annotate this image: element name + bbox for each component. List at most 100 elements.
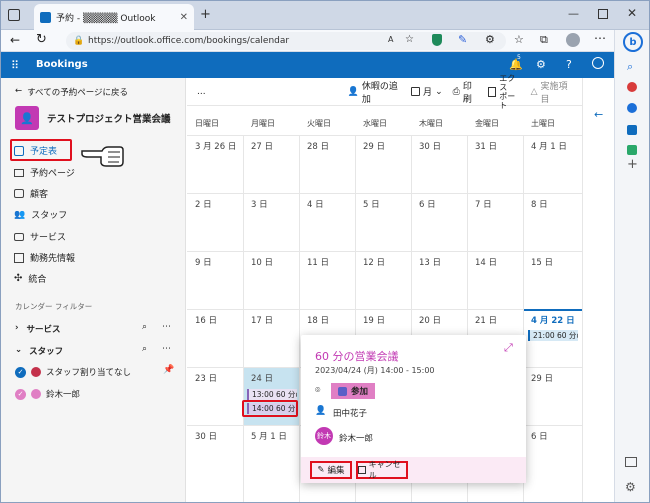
edit-button[interactable]: ✎ 編集: [310, 461, 352, 479]
event-chip-1300[interactable]: 13:00 60 分の: [247, 389, 297, 400]
help-icon[interactable]: ?: [566, 58, 572, 71]
print-button[interactable]: ⎙ 印刷: [453, 79, 478, 105]
expand-popup-icon[interactable]: ⤢: [504, 341, 513, 355]
browser-tab[interactable]: 予約 - ▒▒▒▒▒ Outlook ✕: [34, 4, 194, 30]
search-icon[interactable]: ⌕: [627, 60, 633, 74]
date-cell[interactable]: 3 日: [251, 198, 268, 210]
settings-icon[interactable]: ⚙: [536, 58, 546, 71]
date-cell[interactable]: 10 日: [251, 256, 273, 268]
pin-icon[interactable]: 📌: [163, 365, 174, 375]
event-chip-sat22[interactable]: 21:00 60 分の: [528, 330, 578, 341]
tools-icon[interactable]: [627, 103, 637, 113]
date-cell[interactable]: 13 日: [419, 256, 441, 268]
date-cell[interactable]: 31 日: [475, 140, 497, 152]
window-close-icon[interactable]: ✕: [627, 6, 637, 20]
sidebar-item-business-info[interactable]: 勤務先情報: [14, 251, 75, 264]
sidebar-item-services[interactable]: サービス: [14, 230, 66, 243]
staff-more-icon[interactable]: ⋯: [162, 344, 171, 354]
app-launcher-icon[interactable]: ⠿: [11, 59, 19, 72]
calendar-month-icon: [411, 87, 421, 96]
customer-name[interactable]: 田中花子: [333, 407, 367, 419]
office-icon[interactable]: [627, 145, 637, 155]
filter-staff-toggle[interactable]: ⌄ スタッフ: [15, 345, 63, 357]
add-sidebar-app-icon[interactable]: +: [627, 157, 638, 172]
minimize-icon[interactable]: —: [568, 7, 579, 20]
date-cell[interactable]: 29 日: [531, 372, 553, 384]
date-cell[interactable]: 12 日: [363, 256, 385, 268]
outlook-icon[interactable]: [627, 125, 637, 135]
collections-icon[interactable]: ⧉: [540, 33, 548, 47]
date-cell[interactable]: 5 月 1 日: [251, 430, 287, 442]
date-cell[interactable]: 17 日: [251, 314, 273, 326]
date-cell[interactable]: 29 日: [363, 140, 385, 152]
staff-name[interactable]: 鈴木一郎: [339, 432, 373, 444]
date-cell[interactable]: 14 日: [475, 256, 497, 268]
month-view-dropdown[interactable]: 月 ⌄: [411, 85, 443, 98]
extensions-icon[interactable]: ⚙: [485, 33, 495, 46]
date-cell[interactable]: 9 日: [195, 256, 212, 268]
read-aloud-icon[interactable]: A: [388, 35, 393, 44]
sidebar-item-customers[interactable]: 顧客: [14, 187, 48, 200]
date-cell-today[interactable]: 4 月 22 日: [531, 314, 575, 326]
services-search-icon[interactable]: ⌕: [142, 322, 147, 332]
date-cell[interactable]: 4 月 1 日: [531, 140, 567, 152]
date-cell[interactable]: 27 日: [251, 140, 273, 152]
add-timeoff-button[interactable]: 👤 休暇の追加: [348, 79, 401, 105]
refresh-icon[interactable]: ↻: [36, 32, 47, 47]
export-button[interactable]: エクス ポート: [488, 74, 520, 110]
sidebar-item-staff[interactable]: 👥 スタッフ: [14, 208, 67, 222]
staff-search-icon[interactable]: ⌕: [142, 344, 147, 354]
date-cell[interactable]: 23 日: [195, 372, 217, 384]
business-chevron-icon[interactable]: ⌄: [163, 110, 171, 120]
date-cell[interactable]: 4 日: [307, 198, 324, 210]
date-cell[interactable]: 8 日: [531, 198, 548, 210]
window-menu-icon[interactable]: [8, 9, 20, 21]
sidebar-item-integrations[interactable]: ✣ 統合: [14, 272, 46, 285]
services-more-icon[interactable]: ⋯: [162, 322, 171, 332]
back-to-pages-link[interactable]: ← すべての予約ページに戻る: [15, 86, 128, 98]
date-cell[interactable]: 5 日: [363, 198, 380, 210]
filter-services-toggle[interactable]: › サービス: [15, 323, 61, 335]
toolbar-more-button[interactable]: ...: [197, 87, 206, 97]
date-cell[interactable]: 7 日: [475, 198, 492, 210]
back-icon[interactable]: ←: [10, 33, 20, 47]
shield-extension-icon[interactable]: [432, 34, 442, 46]
pen-extension-icon[interactable]: ✎: [458, 33, 467, 46]
staff-unassigned-filter[interactable]: ✓ スタッフ割り当てなし: [15, 366, 131, 378]
date-cell[interactable]: 30 日: [195, 430, 217, 442]
date-cell[interactable]: 28 日: [307, 140, 329, 152]
date-cell[interactable]: 11 日: [307, 256, 329, 268]
profile-avatar[interactable]: [566, 33, 580, 47]
shopping-icon[interactable]: [627, 82, 637, 92]
date-cell[interactable]: 21 日: [475, 314, 497, 326]
expand-pane-icon[interactable]: ←: [594, 108, 603, 121]
browser-more-icon[interactable]: ⋯: [594, 31, 606, 45]
favorite-add-icon[interactable]: ☆: [405, 34, 414, 45]
tab-close-icon[interactable]: ✕: [180, 12, 188, 23]
new-tab-icon[interactable]: +: [200, 7, 211, 22]
staff-member-filter[interactable]: ✓ 鈴木一郎: [15, 388, 80, 400]
edge-settings-icon[interactable]: ⚙: [625, 480, 636, 494]
date-cell[interactable]: 30 日: [419, 140, 441, 152]
date-cell[interactable]: 18 日: [307, 314, 329, 326]
bing-icon[interactable]: b: [623, 32, 643, 52]
attendance-button[interactable]: △ 実施項目: [531, 79, 572, 105]
date-cell[interactable]: 15 日: [531, 256, 553, 268]
cancel-button[interactable]: キャンセル: [356, 460, 408, 480]
business-name[interactable]: テストプロジェクト営業会議: [47, 111, 171, 125]
favorites-icon[interactable]: ☆: [514, 33, 524, 46]
date-cell[interactable]: 3 月 26 日: [195, 140, 236, 152]
date-cell[interactable]: 6 日: [419, 198, 436, 210]
date-cell[interactable]: 20 日: [419, 314, 441, 326]
maximize-icon[interactable]: [598, 9, 608, 19]
date-cell[interactable]: 16 日: [195, 314, 217, 326]
monitor-icon: [14, 168, 24, 177]
date-cell[interactable]: 24 日: [251, 372, 273, 384]
date-cell[interactable]: 19 日: [363, 314, 385, 326]
date-cell[interactable]: 6 日: [531, 430, 548, 442]
account-icon[interactable]: [592, 57, 604, 69]
date-cell[interactable]: 2 日: [195, 198, 212, 210]
sidebar-layout-icon[interactable]: [625, 457, 637, 467]
join-button[interactable]: 参加: [331, 383, 375, 399]
sidebar-item-booking-page[interactable]: 予約ページ: [14, 166, 75, 179]
